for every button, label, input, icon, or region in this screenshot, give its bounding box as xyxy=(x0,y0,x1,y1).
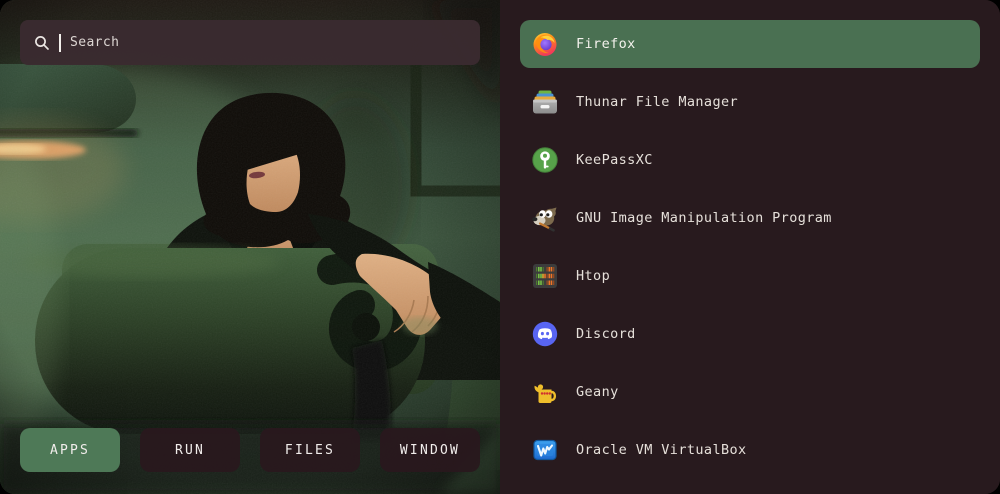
gimp-icon xyxy=(531,204,559,232)
discord-icon xyxy=(531,320,559,348)
search-bar[interactable] xyxy=(20,20,480,65)
app-row-firefox[interactable]: Firefox xyxy=(520,20,980,68)
app-list: Firefox Thunar File Manager xyxy=(500,0,1000,494)
virtualbox-icon xyxy=(531,436,559,464)
search-input[interactable] xyxy=(68,34,466,51)
app-row-virtualbox[interactable]: Oracle VM VirtualBox xyxy=(520,426,980,474)
app-label: Firefox xyxy=(576,36,636,52)
launcher-left-pane: APPS RUN FILES WINDOW xyxy=(0,0,500,494)
htop-icon xyxy=(531,262,559,290)
tab-files[interactable]: FILES xyxy=(260,428,360,472)
mode-tabs: APPS RUN FILES WINDOW xyxy=(20,428,480,472)
tab-window[interactable]: WINDOW xyxy=(380,428,480,472)
app-label: Geany xyxy=(576,384,619,400)
app-label: Htop xyxy=(576,268,610,284)
app-label: Oracle VM VirtualBox xyxy=(576,442,747,458)
tab-apps[interactable]: APPS xyxy=(20,428,120,472)
launcher-window: APPS RUN FILES WINDOW xyxy=(0,0,1000,494)
app-label: GNU Image Manipulation Program xyxy=(576,210,832,226)
app-label: KeePassXC xyxy=(576,152,653,168)
keepassxc-icon xyxy=(531,146,559,174)
armchair-illustration xyxy=(0,0,500,494)
app-row-keepassxc[interactable]: KeePassXC xyxy=(520,136,980,184)
geany-icon xyxy=(531,378,559,406)
tab-run[interactable]: RUN xyxy=(140,428,240,472)
app-row-thunar[interactable]: Thunar File Manager xyxy=(520,78,980,126)
app-row-discord[interactable]: Discord xyxy=(520,310,980,358)
text-caret xyxy=(59,34,61,52)
app-label: Thunar File Manager xyxy=(576,94,738,110)
app-row-geany[interactable]: Geany xyxy=(520,368,980,416)
app-row-htop[interactable]: Htop xyxy=(520,252,980,300)
firefox-icon xyxy=(531,30,559,58)
search-icon xyxy=(34,35,50,51)
app-label: Discord xyxy=(576,326,636,342)
app-row-gimp[interactable]: GNU Image Manipulation Program xyxy=(520,194,980,242)
thunar-icon xyxy=(531,88,559,116)
